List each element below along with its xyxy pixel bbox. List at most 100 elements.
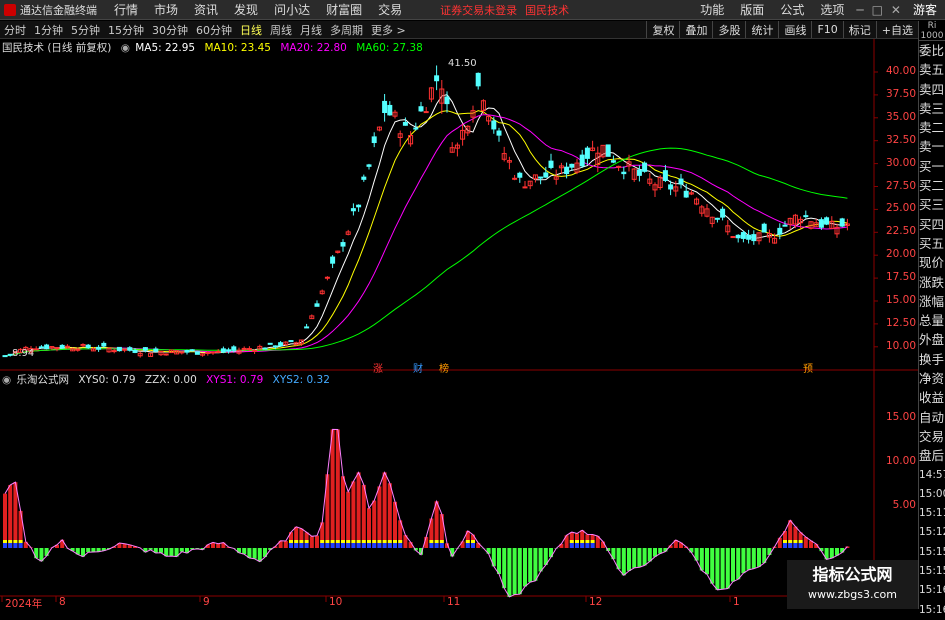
side-panel-item[interactable]: 委比	[919, 41, 945, 60]
side-panel-item[interactable]: 15:00	[919, 485, 945, 504]
side-panel-item[interactable]: 涨幅	[919, 292, 945, 311]
indicator-bar-band	[357, 543, 361, 548]
price-axis-tick: 15.00	[878, 294, 916, 306]
menu-options[interactable]: 选项	[812, 1, 852, 18]
indicator-bar-positive	[289, 532, 293, 548]
event-mark-forecast[interactable]: 预	[802, 360, 814, 375]
menu-trade[interactable]: 交易	[370, 1, 410, 18]
side-panel-item[interactable]: 卖五	[919, 60, 945, 79]
period-tab-multi[interactable]: 多周期	[326, 22, 367, 38]
menu-layout[interactable]: 版面	[732, 1, 772, 18]
stats-button[interactable]: 统计	[745, 21, 778, 38]
event-mark-rank[interactable]: 榜	[438, 360, 450, 375]
multi-stock-button[interactable]: 多股	[712, 21, 745, 38]
period-tab-30min[interactable]: 30分钟	[148, 22, 192, 38]
draw-line-button[interactable]: 画线	[778, 21, 811, 38]
side-panel-item[interactable]: 盘后	[919, 446, 945, 465]
indicator-bar-positive	[461, 541, 465, 548]
side-panel-item[interactable]: 15:12	[919, 523, 945, 542]
side-panel-item[interactable]: 买一	[919, 157, 945, 176]
indicator-bar-negative	[731, 548, 735, 582]
sub-legend-toggle-icon[interactable]: ◉	[2, 374, 11, 386]
side-panel-item[interactable]: 交易	[919, 427, 945, 446]
period-tab-monthly[interactable]: 月线	[296, 22, 326, 38]
candle-body	[450, 148, 454, 153]
event-mark-limit-up[interactable]: 涨	[372, 360, 384, 375]
candle-body	[227, 350, 231, 351]
side-panel-item[interactable]: 15:16	[919, 601, 945, 620]
menu-wealth[interactable]: 财富圈	[318, 1, 370, 18]
menu-market-quotes[interactable]: 行情	[106, 1, 146, 18]
candle-body	[190, 350, 194, 351]
side-panel-item[interactable]: 卖一	[919, 137, 945, 156]
side-panel-item[interactable]: 15:11	[919, 504, 945, 523]
price-axis-tick: 27.50	[878, 180, 916, 192]
indicator-bar-negative	[169, 548, 173, 556]
side-panel-item[interactable]: 自动	[919, 408, 945, 427]
side-panel-item[interactable]: 外盘	[919, 330, 945, 349]
indicator-bar-positive	[440, 514, 444, 548]
kline-chart[interactable]	[0, 0, 945, 609]
period-tab-intraday[interactable]: 分时	[0, 22, 30, 38]
indicator-bar-negative	[752, 548, 756, 569]
side-panel-item[interactable]: 买二	[919, 176, 945, 195]
mark-button[interactable]: 标记	[843, 21, 876, 38]
indicator-bar-positive	[377, 486, 381, 548]
guest-user[interactable]: 游客	[905, 1, 945, 18]
candle-body	[86, 345, 90, 347]
candle-body	[164, 354, 168, 355]
side-panel-item[interactable]: 换手	[919, 350, 945, 369]
adjust-button[interactable]: 复权	[646, 21, 679, 38]
candle-body	[471, 111, 475, 118]
date-axis-tick: 1	[733, 596, 740, 608]
candle-body	[65, 346, 69, 347]
period-tab-weekly[interactable]: 周线	[266, 22, 296, 38]
side-panel-item[interactable]: 涨跌	[919, 273, 945, 292]
period-tab-15min[interactable]: 15分钟	[104, 22, 148, 38]
side-panel-item[interactable]: 总量	[919, 311, 945, 330]
minimize-icon[interactable]: ─	[852, 3, 867, 17]
add-watchlist-button[interactable]: +自选	[876, 21, 918, 38]
indicator-bar-band	[429, 543, 433, 548]
indicator-bar-negative	[689, 548, 693, 553]
period-tab-1min[interactable]: 1分钟	[30, 22, 67, 38]
f10-button[interactable]: F10	[811, 21, 842, 38]
side-panel-item[interactable]: 15:15	[919, 543, 945, 562]
menu-discover[interactable]: 发现	[226, 1, 266, 18]
menu-formula[interactable]: 公式	[772, 1, 812, 18]
indicator-bar-negative	[726, 548, 730, 589]
period-tab-5min[interactable]: 5分钟	[67, 22, 104, 38]
side-panel-item[interactable]: 买三	[919, 195, 945, 214]
period-tab-more[interactable]: 更多 >	[367, 22, 410, 38]
side-panel-item[interactable]: 现价	[919, 253, 945, 272]
side-panel-item[interactable]: 收益	[919, 388, 945, 407]
indicator-bar-positive	[19, 511, 23, 548]
menu-ask[interactable]: 问小达	[266, 1, 318, 18]
indicator-bar-positive	[471, 535, 475, 548]
candle-body	[3, 356, 7, 357]
menu-function[interactable]: 功能	[692, 1, 732, 18]
indicator-bar-negative	[549, 548, 553, 557]
side-panel-item[interactable]: 15:16	[919, 581, 945, 600]
side-panel-item[interactable]: 15:15	[919, 562, 945, 581]
login-notice[interactable]: 证券交易未登录	[440, 2, 517, 18]
side-panel-item[interactable]: 卖四	[919, 80, 945, 99]
indicator-bar-band	[377, 543, 381, 548]
side-panel-item[interactable]: 净资	[919, 369, 945, 388]
overlay-button[interactable]: 叠加	[679, 21, 712, 38]
indicator-bar-band	[793, 540, 797, 543]
side-panel-item[interactable]: 买四	[919, 215, 945, 234]
maximize-icon[interactable]: □	[868, 3, 887, 17]
event-mark-finance[interactable]: 财	[412, 360, 424, 375]
menu-market[interactable]: 市场	[146, 1, 186, 18]
close-icon[interactable]: ✕	[887, 3, 905, 17]
side-panel-item[interactable]: 买五	[919, 234, 945, 253]
period-tab-60min[interactable]: 60分钟	[192, 22, 236, 38]
period-tab-daily[interactable]: 日线	[236, 22, 266, 38]
indicator-bar-positive	[13, 482, 17, 548]
menu-news[interactable]: 资讯	[186, 1, 226, 18]
side-panel-item[interactable]: 卖二	[919, 118, 945, 137]
side-panel-item[interactable]: 卖三	[919, 99, 945, 118]
legend-toggle-icon[interactable]: ◉	[121, 42, 130, 54]
side-panel-item[interactable]: 14:57	[919, 466, 945, 485]
